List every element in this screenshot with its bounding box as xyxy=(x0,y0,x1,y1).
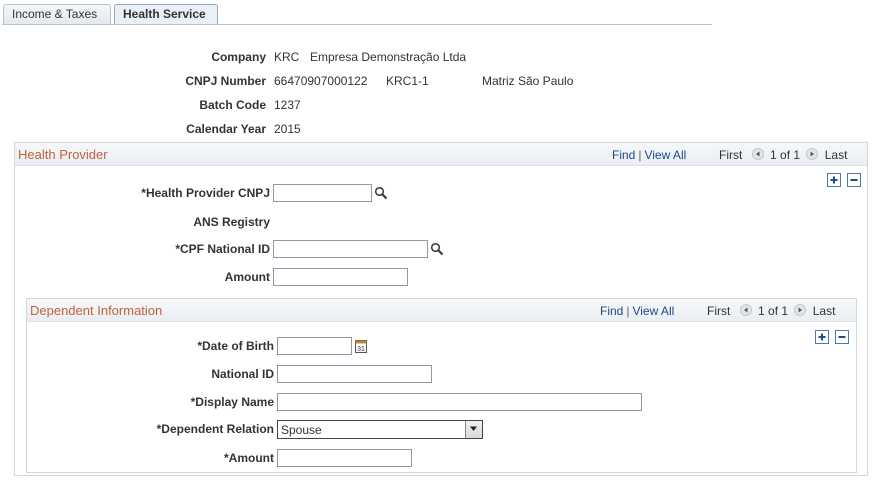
calendar-year-value: 2015 xyxy=(274,122,301,136)
dependent-relation-value: Spouse xyxy=(281,423,322,437)
company-label: Company xyxy=(211,50,266,64)
row-count: 1 of 1 xyxy=(770,148,801,162)
dependent-information-header: Dependent Information Find | View All Firs… xyxy=(27,299,856,322)
health-provider-nav: Find | View All xyxy=(612,148,687,162)
health-provider-title: Health Provider xyxy=(18,147,108,162)
dependent-information-title: Dependent Information xyxy=(30,303,163,318)
health-provider-header: Health Provider Find | View All First 1 of… xyxy=(15,143,867,166)
chevron-down-icon[interactable] xyxy=(465,421,482,438)
company-name: Empresa Demonstração Ltda xyxy=(310,50,467,64)
find-link[interactable]: Find xyxy=(600,304,623,318)
svg-text:31: 31 xyxy=(357,346,365,353)
health-provider-cnpj-label: *Health Provider CNPJ xyxy=(141,186,270,200)
first-label: First xyxy=(707,304,731,318)
last-label: Last xyxy=(824,148,848,162)
batch-code-label: Batch Code xyxy=(199,98,266,112)
calendar-year-label: Calendar Year xyxy=(186,122,266,136)
last-label: Last xyxy=(812,304,836,318)
magnifier-icon[interactable] xyxy=(374,186,388,200)
date-of-birth-input[interactable] xyxy=(277,337,352,355)
health-provider-cnpj-input[interactable] xyxy=(273,184,372,202)
cnpj-value: 66470907000122 xyxy=(274,74,368,88)
plus-icon[interactable] xyxy=(815,330,829,344)
first-label: First xyxy=(719,148,743,162)
company-code: KRC xyxy=(274,50,300,64)
left-arrow-icon[interactable] xyxy=(739,304,752,316)
cpf-national-id-label: *CPF National ID xyxy=(175,242,270,256)
cpf-national-id-input[interactable] xyxy=(273,240,428,258)
plus-icon[interactable] xyxy=(827,173,841,187)
amount-input[interactable] xyxy=(273,268,408,286)
tab-income-taxes[interactable]: Income & Taxes xyxy=(3,4,111,24)
dependent-relation-label: *Dependent Relation xyxy=(156,422,274,436)
magnifier-icon[interactable] xyxy=(430,242,444,256)
batch-code-value: 1237 xyxy=(274,98,301,112)
view-all-link[interactable]: View All xyxy=(644,148,686,162)
cnpj-description: Matriz São Paulo xyxy=(482,74,574,88)
display-name-input[interactable] xyxy=(277,393,642,411)
right-arrow-icon[interactable] xyxy=(806,148,819,160)
row-count: 1 of 1 xyxy=(758,304,789,318)
national-id-input[interactable] xyxy=(277,365,432,383)
health-provider-section: Health Provider Find | View All First 1 of… xyxy=(14,142,868,476)
tab-divider xyxy=(2,24,712,25)
dependent-paging: First 1 of 1 Last xyxy=(707,304,835,318)
amount-label: Amount xyxy=(224,270,270,284)
health-provider-paging: First 1 of 1 Last xyxy=(719,148,847,162)
minus-icon[interactable] xyxy=(835,330,849,344)
left-arrow-icon[interactable] xyxy=(751,148,764,160)
right-arrow-icon[interactable] xyxy=(794,304,807,316)
dependent-nav: Find | View All xyxy=(600,304,675,318)
dependent-amount-input[interactable] xyxy=(277,449,412,467)
find-link[interactable]: Find xyxy=(612,148,635,162)
dependent-amount-label: *Amount xyxy=(224,451,274,465)
dependent-information-section: Dependent Information Find | View All Firs… xyxy=(26,298,857,473)
cnpj-code: KRC1-1 xyxy=(386,74,429,88)
cnpj-label: CNPJ Number xyxy=(185,74,266,88)
tab-health-service[interactable]: Health Service xyxy=(114,4,218,25)
date-of-birth-label: *Date of Birth xyxy=(197,339,274,353)
minus-icon[interactable] xyxy=(847,173,861,187)
dependent-relation-select[interactable]: Spouse xyxy=(277,420,483,439)
calendar-icon[interactable]: 31 xyxy=(355,339,367,353)
ans-registry-label: ANS Registry xyxy=(193,215,270,229)
display-name-label: *Display Name xyxy=(190,395,274,409)
national-id-label: National ID xyxy=(211,367,274,381)
view-all-link[interactable]: View All xyxy=(632,304,674,318)
